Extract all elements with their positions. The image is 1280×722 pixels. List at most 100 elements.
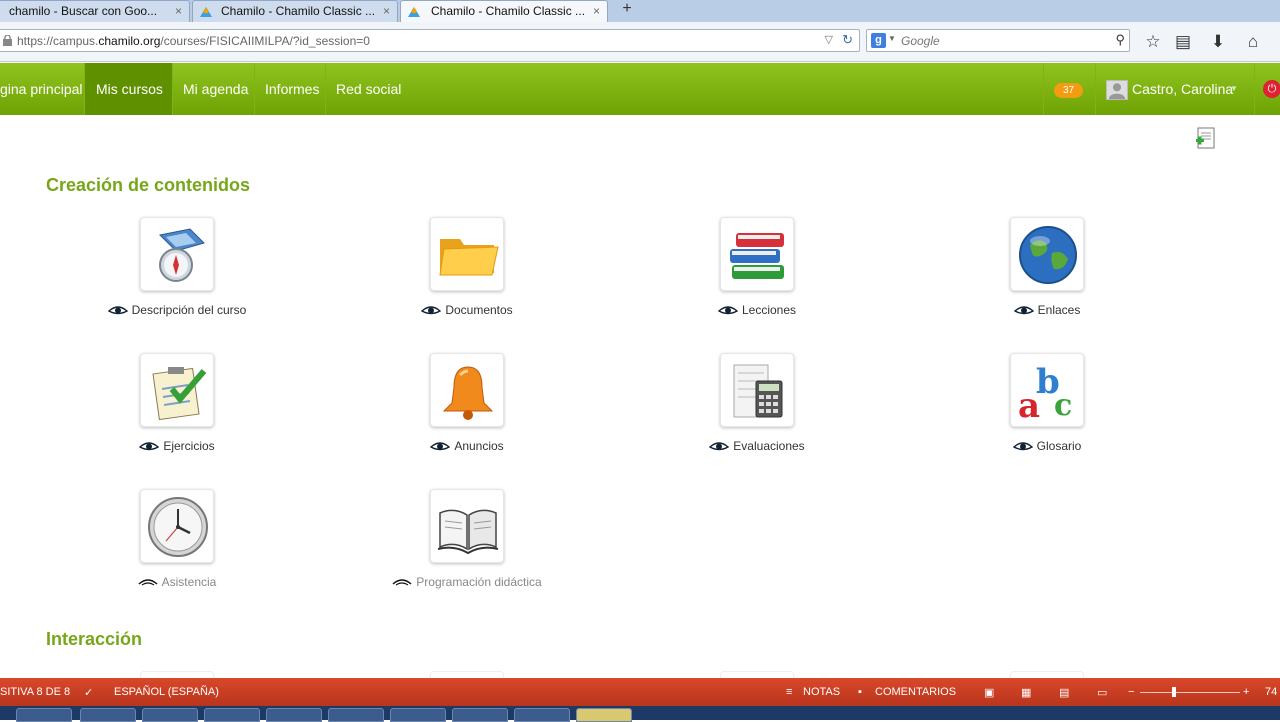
calculator-icon bbox=[733, 364, 783, 418]
tool-label[interactable]: Descripción del curso bbox=[67, 303, 287, 317]
engine-dropdown-icon[interactable]: ▼ bbox=[888, 34, 896, 43]
eye-visible-icon[interactable] bbox=[430, 441, 451, 452]
tool-label-text[interactable]: Documentos bbox=[445, 303, 512, 317]
tab-close-icon[interactable]: × bbox=[593, 4, 600, 18]
tool-label-text[interactable]: Anuncios bbox=[454, 439, 503, 453]
abc-icon: a b c bbox=[1018, 362, 1072, 423]
user-menu-name[interactable]: Castro, Carolina bbox=[1132, 63, 1233, 115]
reload-icon[interactable]: ↻ bbox=[842, 32, 853, 48]
slideshow-icon[interactable]: ▭ bbox=[1097, 686, 1107, 699]
eye-visible-icon[interactable] bbox=[139, 441, 160, 452]
tool-announcements[interactable]: Anuncios bbox=[357, 353, 577, 453]
eye-hidden-icon[interactable] bbox=[392, 577, 412, 588]
tool-icon-box[interactable] bbox=[720, 217, 794, 291]
bookmarks-list-icon[interactable]: ▤ bbox=[1173, 33, 1193, 53]
tool-label[interactable]: Documentos bbox=[357, 303, 577, 317]
tool-label-text[interactable]: Descripción del curso bbox=[132, 303, 247, 317]
zoom-level[interactable]: 74 bbox=[1265, 686, 1277, 698]
zoom-slider[interactable] bbox=[1140, 692, 1240, 693]
spellcheck-icon[interactable]: ✓ bbox=[84, 686, 93, 699]
zoom-slider-thumb[interactable] bbox=[1172, 687, 1176, 697]
notes-button[interactable]: NOTAS bbox=[803, 686, 840, 698]
menu-item-social[interactable]: Red social bbox=[325, 63, 412, 115]
eye-visible-icon[interactable] bbox=[717, 305, 738, 316]
notifications-badge[interactable]: 37 bbox=[1054, 83, 1083, 98]
compass-map-icon bbox=[158, 228, 205, 282]
normal-view-icon[interactable]: ▣ bbox=[984, 686, 994, 699]
tool-attendance[interactable]: Asistencia bbox=[67, 489, 287, 589]
tool-label[interactable]: Ejercicios bbox=[67, 439, 287, 453]
menu-item-agenda[interactable]: Mi agenda bbox=[172, 63, 259, 115]
tab-close-icon[interactable]: × bbox=[383, 4, 390, 18]
tool-label-text[interactable]: Glosario bbox=[1037, 439, 1082, 453]
tool-icon-box[interactable] bbox=[140, 353, 214, 427]
tool-label-text[interactable]: Enlaces bbox=[1038, 303, 1081, 317]
tool-icon-box[interactable]: a b c bbox=[1010, 353, 1084, 427]
eye-visible-icon[interactable] bbox=[1012, 441, 1033, 452]
tool-icon-box[interactable] bbox=[140, 489, 214, 563]
chevron-down-icon[interactable]: ▼ bbox=[1230, 84, 1238, 93]
tool-glossary[interactable]: a b c Glosario bbox=[937, 353, 1157, 453]
tool-documents[interactable]: Documentos bbox=[357, 217, 577, 317]
menu-item-home[interactable]: gina principal bbox=[0, 63, 94, 115]
tool-icon-box-partial bbox=[430, 671, 504, 678]
tool-label[interactable]: Asistencia bbox=[67, 575, 287, 589]
menu-item-reports[interactable]: Informes bbox=[254, 63, 330, 115]
tab-close-icon[interactable]: × bbox=[175, 4, 182, 18]
new-tab-button[interactable]: + bbox=[618, 0, 636, 18]
tool-label[interactable]: Programación didáctica bbox=[357, 575, 577, 589]
bookmark-star-icon[interactable]: ☆ bbox=[1143, 33, 1163, 53]
tool-icon-box[interactable] bbox=[1010, 217, 1084, 291]
url-bar[interactable]: https://campus.chamilo.org/courses/FISIC… bbox=[0, 29, 860, 52]
tool-icon-box[interactable] bbox=[430, 353, 504, 427]
tool-label[interactable]: Lecciones bbox=[647, 303, 867, 317]
logout-power-icon[interactable]: ⏻ bbox=[1263, 80, 1280, 98]
menu-divider bbox=[1043, 63, 1044, 115]
main-menu-bar: gina principal Mis cursos Mi agenda Info… bbox=[0, 63, 1280, 115]
comments-icon: ▪ bbox=[858, 686, 862, 698]
tool-course-description[interactable]: Descripción del curso bbox=[67, 217, 287, 317]
tool-icon-box[interactable] bbox=[720, 353, 794, 427]
tool-icon-box[interactable] bbox=[430, 489, 504, 563]
tool-assessments[interactable]: Evaluaciones bbox=[647, 353, 867, 453]
search-icon[interactable]: ⚲ bbox=[1115, 32, 1125, 48]
eye-visible-icon[interactable] bbox=[1013, 305, 1034, 316]
google-engine-icon[interactable]: g bbox=[871, 33, 886, 48]
tool-label-text[interactable]: Evaluaciones bbox=[733, 439, 804, 453]
tool-label[interactable]: Evaluaciones bbox=[647, 439, 867, 453]
eye-visible-icon[interactable] bbox=[107, 305, 128, 316]
comments-button[interactable]: COMENTARIOS bbox=[875, 686, 956, 698]
eye-visible-icon[interactable] bbox=[709, 441, 730, 452]
search-box[interactable]: g ▼ Google ⚲ bbox=[866, 29, 1130, 52]
zoom-out-icon[interactable]: − bbox=[1128, 686, 1134, 698]
language-indicator[interactable]: ESPAÑOL (ESPAÑA) bbox=[114, 686, 219, 698]
eye-visible-icon[interactable] bbox=[421, 305, 442, 316]
tool-label[interactable]: Enlaces bbox=[937, 303, 1157, 317]
downloads-icon[interactable]: ⬇ bbox=[1208, 33, 1228, 53]
browser-tab-1[interactable]: chamilo - Buscar con Goo... × bbox=[0, 0, 190, 22]
tool-links[interactable]: Enlaces bbox=[937, 217, 1157, 317]
tool-exercises[interactable]: Ejercicios bbox=[67, 353, 287, 453]
tool-label[interactable]: Glosario bbox=[937, 439, 1157, 453]
tool-label-text[interactable]: Ejercicios bbox=[163, 439, 214, 453]
tool-label[interactable]: Anuncios bbox=[357, 439, 577, 453]
eye-hidden-icon[interactable] bbox=[138, 577, 158, 588]
notes-icon: ≡ bbox=[786, 686, 793, 698]
slide-sorter-icon[interactable]: ▦ bbox=[1021, 686, 1031, 699]
tool-icon-box[interactable] bbox=[430, 217, 504, 291]
reading-view-icon[interactable]: ▤ bbox=[1059, 686, 1069, 699]
tool-label-text[interactable]: Programación didáctica bbox=[416, 575, 541, 589]
tool-lessons[interactable]: Lecciones bbox=[647, 217, 867, 317]
browser-tab-2[interactable]: Chamilo - Chamilo Classic ... × bbox=[192, 0, 398, 22]
avatar[interactable] bbox=[1106, 80, 1128, 100]
tool-label-text[interactable]: Asistencia bbox=[162, 575, 217, 589]
url-history-dropdown-icon[interactable]: ▽ bbox=[825, 33, 833, 46]
zoom-in-icon[interactable]: + bbox=[1243, 686, 1249, 698]
menu-item-my-courses[interactable]: Mis cursos bbox=[85, 63, 172, 115]
add-document-icon[interactable] bbox=[1196, 127, 1216, 149]
tool-course-progress[interactable]: Programación didáctica bbox=[357, 489, 577, 589]
tool-icon-box[interactable] bbox=[140, 217, 214, 291]
tool-label-text[interactable]: Lecciones bbox=[742, 303, 796, 317]
home-icon[interactable]: ⌂ bbox=[1243, 33, 1263, 53]
browser-tab-3-active[interactable]: Chamilo - Chamilo Classic ... × bbox=[400, 0, 608, 22]
